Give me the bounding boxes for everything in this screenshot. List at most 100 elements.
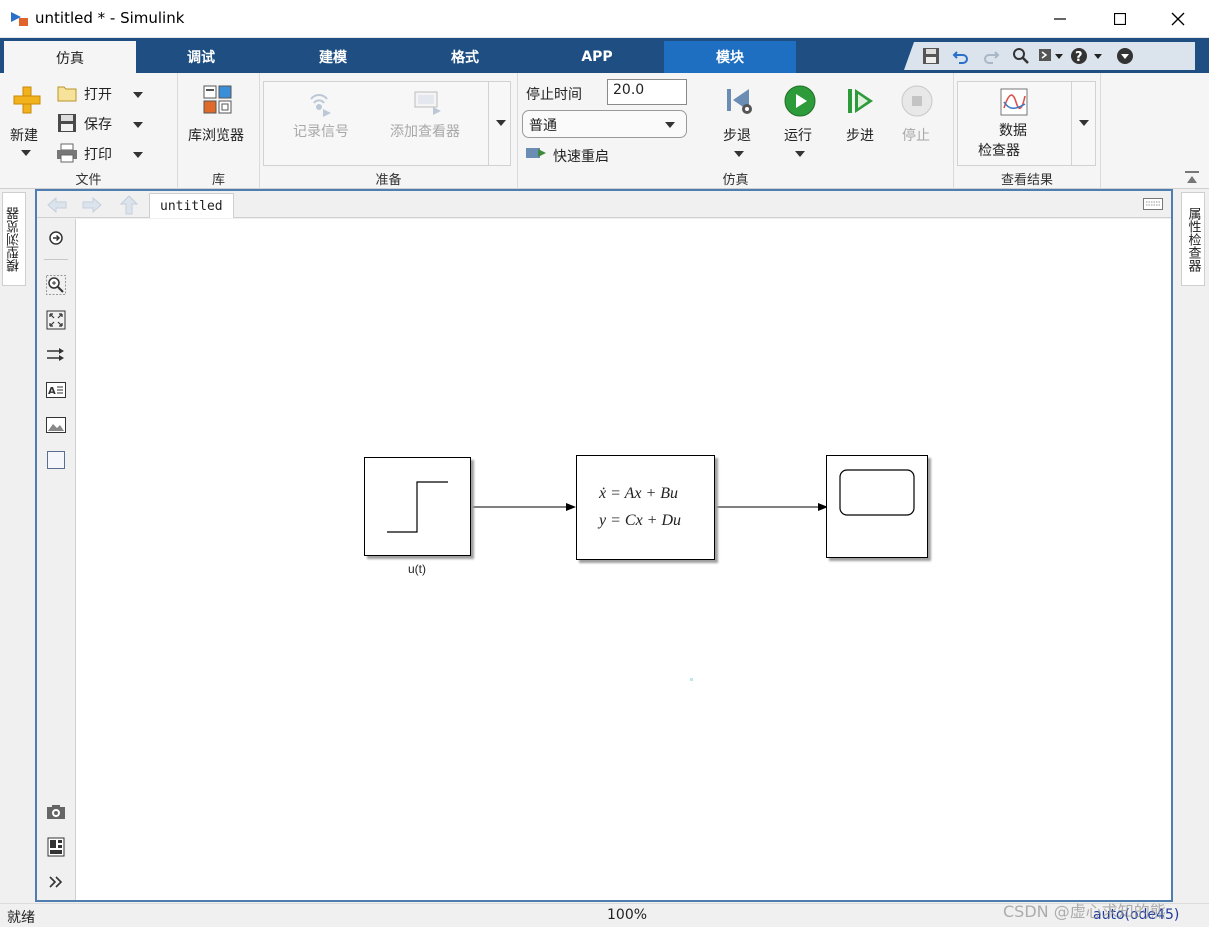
step-block[interactable] [364,457,471,556]
close-button[interactable] [1147,0,1209,38]
section-label-library: 库 [211,173,225,188]
output-equation: y = Cx + Du [599,512,682,529]
maximize-icon [1114,13,1126,25]
zoom-level[interactable]: 100% [607,907,647,923]
toolstrip-options-icon [1039,49,1063,61]
property-inspector-label: 属性检查器 [1185,206,1201,272]
run-button[interactable]: 运行 [784,125,812,145]
new-dropdown-icon[interactable] [20,149,32,157]
tab-debug[interactable]: 调试 [135,41,267,73]
help-button[interactable]: ? [1068,45,1108,67]
library-browser-button[interactable]: 库浏览器 [188,125,244,145]
add-viewer-button[interactable]: 添加查看器 [390,121,460,141]
section-label-file: 文件 [75,173,102,188]
fit-to-view-button[interactable] [45,309,67,331]
collapse-toolstrip-icon[interactable] [1185,171,1199,185]
fast-restart-button[interactable]: 快速重启 [553,146,609,166]
tab-simulation[interactable]: 仿真 [4,41,136,73]
step-forward-button[interactable]: 步进 [846,125,874,145]
step-waveform-icon [387,481,448,533]
step-back-button[interactable]: 步退 [723,125,751,145]
doc-tab-untitled[interactable]: untitled [149,193,234,218]
expand-palette-button[interactable] [45,871,67,893]
snapshot-button[interactable] [45,801,67,823]
data-inspector-label-2[interactable]: 检查器 [978,140,1020,160]
tab-modeling[interactable]: 建模 [267,41,399,73]
minimize-icon [1054,18,1066,20]
diagram-canvas[interactable]: u(t) ẋ = Ax + Bu y = Cx + Du [75,219,1171,900]
save-icon [923,48,939,64]
undo-button[interactable] [948,45,974,67]
step-back-dropdown-icon[interactable] [733,150,745,158]
review-gallery-expand[interactable] [1071,81,1096,166]
print-dropdown-icon[interactable] [132,151,144,159]
tab-apps[interactable]: APP [531,41,663,73]
zoom-in-icon [46,275,66,295]
open-button[interactable]: 打开 [84,84,112,104]
section-review-results: 数据 检查器 查看结果 [954,73,1101,189]
status-text: 就绪 [7,910,35,926]
forward-arrow-icon[interactable] [82,197,102,213]
more-tools-button[interactable] [1038,45,1064,67]
zoom-button[interactable] [45,274,67,296]
tab-format[interactable]: 格式 [399,41,531,73]
annotation-button[interactable]: A [45,379,67,401]
search-icon [1013,48,1029,64]
library-browser-icon [203,85,232,114]
toolstrip-collapse-button[interactable] [1112,45,1138,67]
section-prepare: 记录信号 添加查看器 准备 [260,73,518,189]
folder-open-icon [57,86,77,102]
arrow-right-circle-icon [49,231,63,245]
open-dropdown-icon[interactable] [132,91,144,99]
area-button[interactable] [45,449,67,471]
quick-save-button[interactable] [918,45,944,67]
keyboard-icon[interactable] [1143,198,1163,210]
log-signals-button[interactable]: 记录信号 [293,121,349,141]
title-bar: untitled * - Simulink [0,0,1209,38]
up-arrow-icon[interactable] [120,195,138,215]
model-browser-label: 模型浏览器 [6,206,22,272]
stop-button[interactable]: 停止 [902,125,930,145]
save-dropdown-icon[interactable] [132,121,144,129]
fit-view-icon [46,310,66,330]
run-icon [784,85,816,117]
data-inspector-label-1[interactable]: 数据 [999,120,1027,140]
step-block-label: u(t) [408,562,426,576]
prepare-gallery-expand[interactable] [488,81,511,166]
save-button[interactable]: 保存 [84,114,112,134]
arrows-right-icon [47,348,64,361]
new-button[interactable]: 新建 [10,125,38,145]
window-title: untitled * - Simulink [35,9,185,27]
scope-screen-icon [839,469,915,516]
minimize-button[interactable] [1029,0,1091,38]
signal-routing-button[interactable] [45,344,67,366]
print-button[interactable]: 打印 [84,144,112,164]
maximize-button[interactable] [1089,0,1151,38]
section-library: 库浏览器 库 [178,73,260,189]
canvas-palette: A [37,219,75,900]
new-plus-icon [13,86,41,114]
data-inspector-icon [1000,88,1028,116]
run-dropdown-icon[interactable] [794,150,806,158]
status-bar: 就绪 100% auto(ode45) CSDN @虚心求知的熊 [0,902,1209,927]
tab-block[interactable]: 模块 [664,41,796,73]
property-inspector-toggle[interactable] [45,836,67,858]
chevron-down-icon [496,120,506,126]
find-button[interactable] [1008,45,1034,67]
model-browser-tab[interactable]: 模型浏览器 [2,192,26,286]
scope-block[interactable] [826,455,928,558]
property-inspector-tab[interactable]: 属性检查器 [1181,192,1205,286]
image-annotation-button[interactable] [45,414,67,436]
image-icon [46,417,66,433]
save-icon [58,114,76,132]
back-arrow-icon[interactable] [47,197,67,213]
document-report-icon [47,837,65,857]
redo-button[interactable] [978,45,1004,67]
svg-text:?: ? [1075,50,1083,65]
redo-icon [984,51,1000,64]
section-label-review: 查看结果 [1000,173,1053,188]
stop-time-input[interactable]: 20.0 [607,79,687,105]
simulation-mode-select[interactable]: 普通 [522,110,687,138]
state-space-block[interactable]: ẋ = Ax + Bu y = Cx + Du [576,455,715,560]
hide-show-explorer-button[interactable] [45,227,67,249]
